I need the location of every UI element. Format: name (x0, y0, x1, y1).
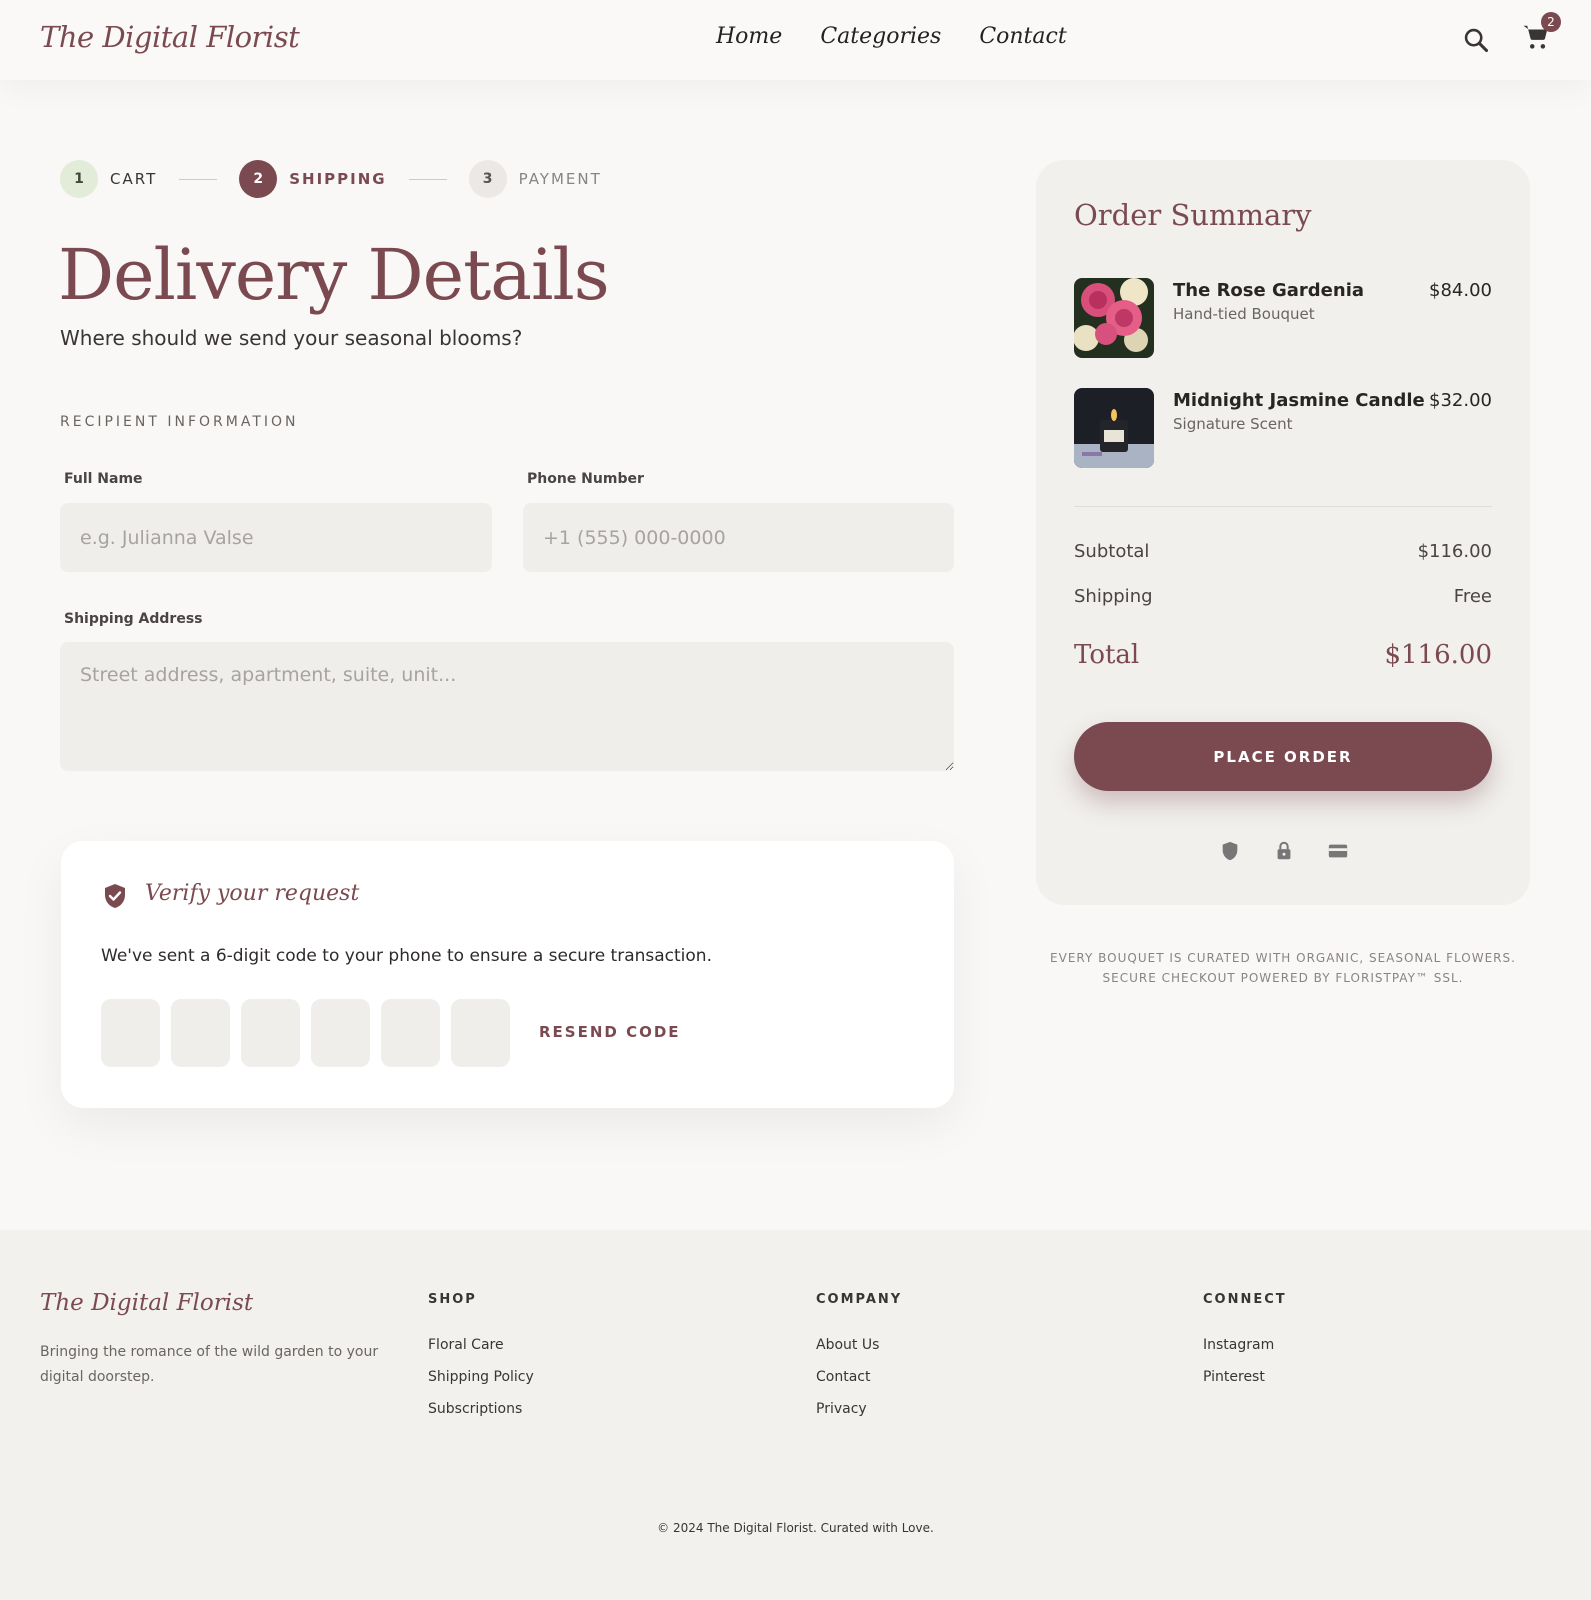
step-label: SHIPPING (289, 170, 387, 188)
footer-shop-column: SHOP Floral Care Shipping Policy Subscri… (428, 1292, 534, 1433)
summary-title: Order Summary (1074, 198, 1312, 232)
step-label: PAYMENT (518, 170, 602, 188)
footnote-line-1: EVERY BOUQUET IS CURATED WITH ORGANIC, S… (1050, 951, 1516, 965)
resend-code-button[interactable]: RESEND CODE (539, 1023, 681, 1041)
step-cart[interactable]: 1 CART (60, 160, 157, 198)
footer-link-about[interactable]: About Us (816, 1337, 902, 1353)
credit-card-icon (1328, 844, 1348, 858)
candle-image (1074, 388, 1154, 468)
section-label: RECIPIENT INFORMATION (60, 414, 299, 430)
step-label: CART (110, 170, 158, 188)
item-name: Midnight Jasmine Candle (1173, 390, 1425, 411)
verify-card: Verify your request We've sent a 6-digit… (61, 841, 954, 1108)
shipping-value: Free (1453, 586, 1492, 607)
otp-digit-2[interactable] (171, 999, 230, 1067)
site-header: The Digital Florist Home Categories Cont… (0, 0, 1591, 80)
footer-link-subscriptions[interactable]: Subscriptions (428, 1401, 534, 1417)
total-row: Total $116.00 (1074, 640, 1492, 670)
step-shipping[interactable]: 2 SHIPPING (239, 160, 386, 198)
checkout-steps: 1 CART 2 SHIPPING 3 PAYMENT (60, 160, 602, 198)
site-logo[interactable]: The Digital Florist (40, 20, 300, 54)
footer-link-instagram[interactable]: Instagram (1203, 1337, 1287, 1353)
total-label: Total (1074, 640, 1140, 670)
order-item: The Rose Gardenia Hand-tied Bouquet $84.… (1074, 278, 1492, 358)
footer-link-privacy[interactable]: Privacy (816, 1401, 902, 1417)
item-price: $84.00 (1429, 280, 1492, 301)
footer-heading: CONNECT (1203, 1292, 1287, 1307)
shipping-label: Shipping (1074, 586, 1153, 607)
step-number: 2 (239, 160, 278, 198)
search-icon[interactable] (1462, 26, 1490, 54)
footer-link-pinterest[interactable]: Pinterest (1203, 1369, 1287, 1385)
otp-inputs (101, 999, 510, 1067)
nav-home[interactable]: Home (716, 24, 782, 49)
otp-digit-6[interactable] (451, 999, 510, 1067)
nav-categories[interactable]: Categories (820, 24, 941, 49)
otp-digit-1[interactable] (101, 999, 160, 1067)
address-textarea[interactable] (60, 642, 954, 771)
verify-text: We've sent a 6-digit code to your phone … (101, 946, 712, 966)
rose-bouquet-image (1074, 278, 1154, 358)
footer-link-contact[interactable]: Contact (816, 1369, 902, 1385)
subtotal-label: Subtotal (1074, 541, 1150, 562)
copyright: © 2024 The Digital Florist. Curated with… (657, 1521, 934, 1535)
otp-digit-4[interactable] (311, 999, 370, 1067)
shield-check-icon (105, 884, 125, 908)
verify-title: Verify your request (145, 881, 360, 906)
footer-company-column: COMPANY About Us Contact Privacy (816, 1292, 902, 1433)
footer-logo[interactable]: The Digital Florist (40, 1290, 253, 1316)
address-label: Shipping Address (64, 611, 203, 627)
full-name-label: Full Name (64, 471, 143, 487)
subtotal-value: $116.00 (1417, 541, 1492, 562)
item-subtitle: Hand-tied Bouquet (1173, 305, 1315, 323)
footer-tagline: Bringing the romance of the wild garden … (40, 1344, 379, 1385)
footer-link-floral-care[interactable]: Floral Care (428, 1337, 534, 1353)
footer-heading: SHOP (428, 1292, 477, 1307)
footer-heading: COMPANY (816, 1292, 903, 1307)
page-subtitle: Where should we send your seasonal bloom… (60, 326, 523, 350)
place-order-button[interactable]: PLACE ORDER (1074, 722, 1492, 791)
footnote-line-2: SECURE CHECKOUT POWERED BY FLORISTPAY™ S… (1102, 971, 1464, 985)
subtotal-row: Subtotal $116.00 (1074, 541, 1492, 562)
summary-divider (1074, 506, 1492, 507)
shipping-row: Shipping Free (1074, 586, 1492, 607)
otp-digit-3[interactable] (241, 999, 300, 1067)
full-name-input[interactable] (60, 503, 492, 572)
checkout-footnote: EVERY BOUQUET IS CURATED WITH ORGANIC, S… (1036, 948, 1530, 988)
main-nav: Home Categories Contact (716, 24, 1067, 49)
otp-digit-5[interactable] (381, 999, 440, 1067)
phone-label: Phone Number (527, 471, 644, 487)
step-payment[interactable]: 3 PAYMENT (468, 160, 602, 198)
nav-contact[interactable]: Contact (979, 24, 1066, 49)
order-summary: Order Summary The Rose Gardenia Hand-tie… (1036, 160, 1530, 905)
cart-count-badge: 2 (1541, 12, 1561, 32)
phone-input[interactable] (523, 503, 954, 572)
step-number: 1 (60, 160, 98, 198)
lock-icon (1277, 841, 1291, 860)
footer-connect-column: CONNECT Instagram Pinterest (1203, 1292, 1287, 1401)
item-price: $32.00 (1429, 390, 1492, 411)
step-divider (179, 178, 218, 180)
step-number: 3 (468, 160, 507, 198)
footer-link-shipping-policy[interactable]: Shipping Policy (428, 1369, 534, 1385)
item-subtitle: Signature Scent (1173, 415, 1293, 433)
item-name: The Rose Gardenia (1173, 280, 1365, 301)
total-value: $116.00 (1384, 640, 1492, 670)
step-divider (408, 178, 447, 180)
site-footer: The Digital Florist Bringing the romance… (0, 1230, 1591, 1600)
page-title: Delivery Details (58, 234, 610, 316)
order-item: Midnight Jasmine Candle Signature Scent … (1074, 388, 1492, 468)
shield-icon (1222, 841, 1238, 861)
